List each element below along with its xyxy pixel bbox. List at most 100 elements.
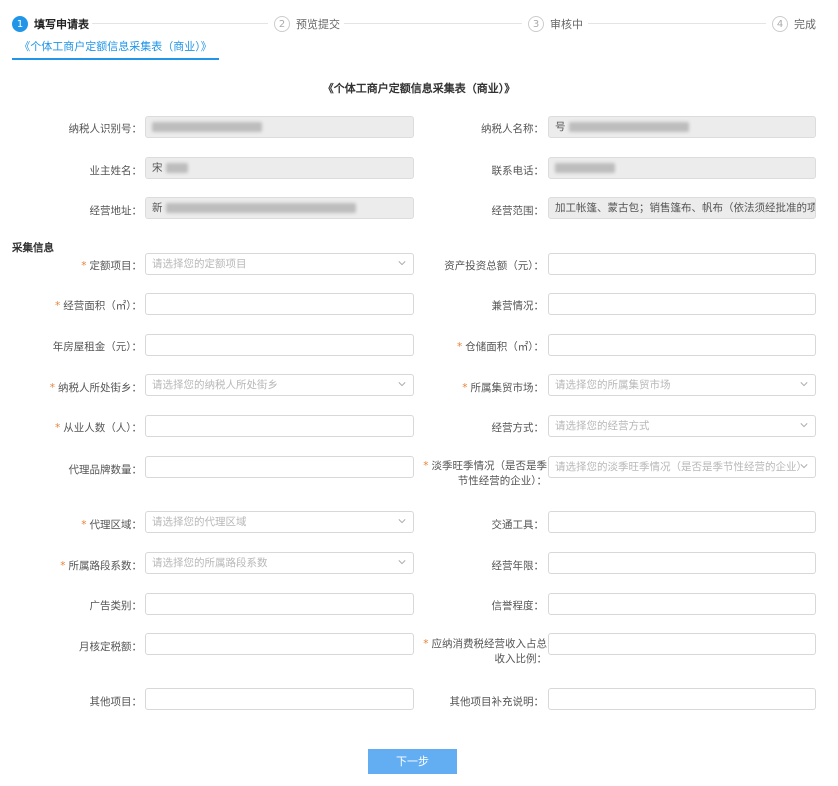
required-mark: * [60,560,66,572]
brand-label: 代理品牌数量： [68,464,143,476]
progress-steps: 1 填写申请表 2 预览提交 3 审核中 4 完成 [0,0,838,40]
redacted-value [165,163,188,173]
mode-label: 经营方式： [491,422,545,434]
investment-input[interactable] [548,253,816,275]
traffic-label: 交通工具： [491,519,545,531]
street-placeholder: 请选择您的纳税人所处街乡 [152,379,278,391]
other-input[interactable] [145,688,414,710]
other-note-label: 其他项目补充说明： [449,696,545,708]
mode-select[interactable]: 请选择您的经营方式 [548,415,816,437]
chevron-down-icon [398,519,406,524]
side-business-label: 兼营情况： [491,300,545,312]
season-placeholder: 请选择您的淡季旺季情况（是否是季节性经营的企业） [555,461,807,473]
chevron-down-icon [398,560,406,565]
step-review: 3 审核中 [528,14,583,34]
step-connector [588,23,766,24]
step-label: 审核中 [550,18,583,31]
side-business-input[interactable] [548,293,816,315]
form-title: 《个体工商户定额信息采集表（商业）》 [322,82,516,95]
owner-field: 宋 [145,157,414,179]
area-input[interactable] [145,293,414,315]
step-label: 完成 [794,18,816,31]
storage-area-input[interactable] [548,334,816,356]
market-label: * 所属集贸市场： [462,382,544,394]
region-label: * 代理区域： [81,519,142,531]
address-prefix: 新 [152,202,163,214]
monthly-tax-label: 月核定税额： [79,641,142,653]
chevron-down-icon [800,423,808,428]
taxpayer-id-field [145,116,414,138]
years-input[interactable] [548,552,816,574]
owner-prefix: 宋 [152,162,163,174]
tab-bar: 《个体工商户定额信息采集表（商业）》 [0,40,838,60]
step-label: 预览提交 [296,18,340,31]
chevron-down-icon [398,382,406,387]
ad-input[interactable] [145,593,414,615]
road-label: * 所属路段系数： [60,560,142,572]
ad-label: 广告类别： [89,600,143,612]
credit-input[interactable] [548,593,816,615]
region-select[interactable]: 请选择您的代理区域 [145,511,414,533]
step-connector [344,23,522,24]
step-preview-submit: 2 预览提交 [274,14,340,34]
tab-form[interactable]: 《个体工商户定额信息采集表（商业）》 [12,40,219,60]
redacted-value [152,122,262,132]
taxpayer-id-label: 纳税人识别号： [68,123,143,135]
quota-item-label: * 定额项目： [81,260,142,272]
required-mark: * [457,341,463,353]
required-mark: * [81,260,87,272]
chevron-down-icon [800,382,808,387]
required-mark: * [423,638,429,650]
step-number: 2 [274,16,290,32]
season-select[interactable]: 请选择您的淡季旺季情况（是否是季节性经营的企业） [548,456,816,478]
other-note-input[interactable] [548,688,816,710]
phone-label: 联系电话： [491,165,545,177]
region-placeholder: 请选择您的代理区域 [152,516,247,528]
step-number: 3 [528,16,544,32]
area-label: * 经营面积（㎡）： [55,300,142,312]
rent-input[interactable] [145,334,414,356]
redacted-value [165,203,356,213]
years-label: 经营年限： [491,560,545,572]
required-mark: * [55,422,61,434]
staff-label: * 从业人数（人）： [55,422,142,434]
required-mark: * [423,460,429,472]
brand-input[interactable] [145,456,414,478]
step-label: 填写申请表 [34,18,89,31]
mode-placeholder: 请选择您的经营方式 [555,420,650,432]
taxpayer-name-prefix: 号 [555,121,566,133]
required-mark: * [55,300,61,312]
staff-input[interactable] [145,415,414,437]
scope-label: 经营范围： [491,205,545,217]
road-select[interactable]: 请选择您的所属路段系数 [145,552,414,574]
taxpayer-name-field: 号 [548,116,816,138]
street-select[interactable]: 请选择您的纳税人所处街乡 [145,374,414,396]
step-complete: 4 完成 [772,14,816,34]
street-label: * 纳税人所处街乡： [49,382,142,394]
redacted-value [555,163,615,173]
market-select[interactable]: 请选择您的所属集贸市场 [548,374,816,396]
required-mark: * [49,382,55,394]
investment-label: 资产投资总额（元）： [444,260,544,272]
step-number: 4 [772,16,788,32]
season-label: * 淡季旺季情况（是否是季节性经营的企业）： [423,460,547,487]
step-number: 1 [12,16,28,32]
redacted-value [568,122,689,132]
required-mark: * [81,519,87,531]
rent-label: 年房屋租金（元）： [52,341,142,353]
monthly-tax-input[interactable] [145,633,414,655]
traffic-input[interactable] [548,511,816,533]
quota-item-select[interactable]: 请选择您的定额项目 [145,253,414,275]
road-placeholder: 请选择您的所属路段系数 [152,557,268,569]
step-connector [92,23,268,24]
market-placeholder: 请选择您的所属集贸市场 [555,379,671,391]
other-label: 其他项目： [89,696,143,708]
quota-item-placeholder: 请选择您的定额项目 [152,258,247,270]
next-button[interactable]: 下一步 [368,749,457,774]
ratio-input[interactable] [548,633,816,655]
ratio-label: * 应纳消费税经营收入占总收入比例： [423,638,547,665]
credit-label: 信誉程度： [491,600,545,612]
chevron-down-icon [800,464,808,469]
chevron-down-icon [398,261,406,266]
taxpayer-name-label: 纳税人名称： [481,123,544,135]
